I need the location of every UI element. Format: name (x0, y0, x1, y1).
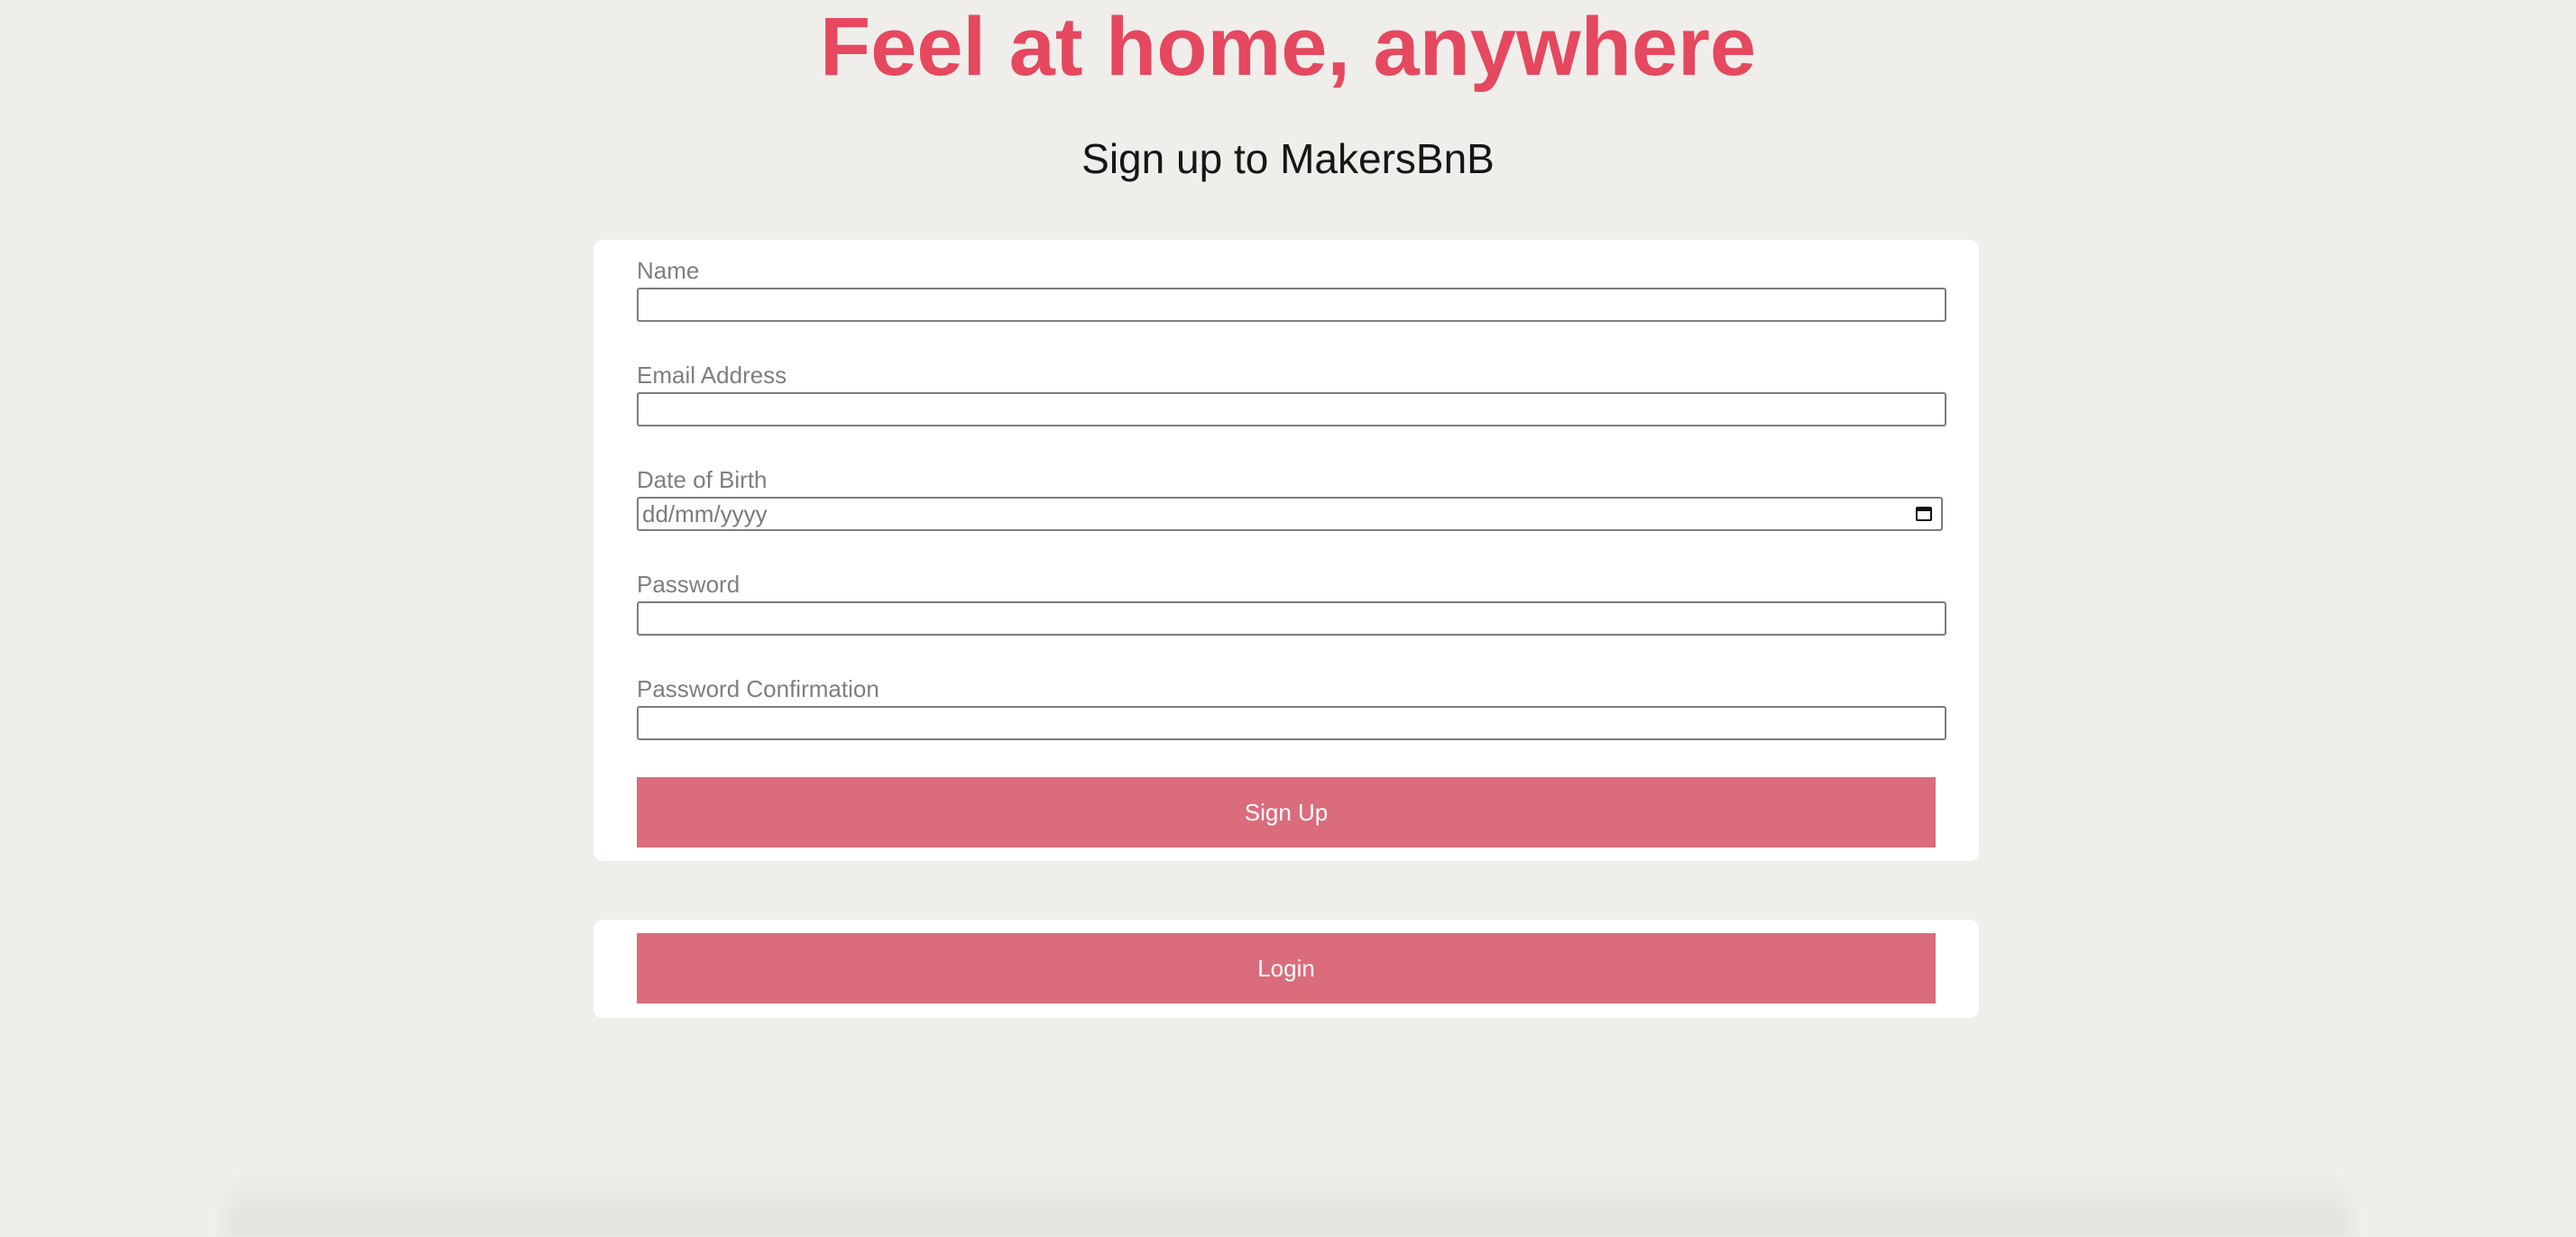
signup-subtitle: Sign up to MakersBnB (1081, 135, 1495, 182)
name-label: Name (637, 257, 700, 284)
password-confirmation-input[interactable] (637, 706, 1946, 740)
password-label: Password (637, 571, 741, 598)
password-input[interactable] (637, 601, 1946, 636)
page-title: Feel at home, anywhere (820, 1, 1756, 93)
dob-label: Date of Birth (637, 466, 768, 493)
email-input[interactable] (637, 392, 1946, 426)
login-card: Login (593, 920, 1979, 1018)
login-button[interactable]: Login (637, 933, 1936, 1003)
dob-placeholder: dd/mm/yyyy (642, 500, 768, 527)
calendar-icon[interactable] (1916, 507, 1932, 521)
email-label: Email Address (637, 362, 787, 389)
signup-button[interactable]: Sign Up (637, 777, 1936, 848)
password-confirmation-label: Password Confirmation (637, 675, 879, 702)
dob-input[interactable]: dd/mm/yyyy (637, 497, 1943, 531)
signup-card: Name Email Address Date of Birth dd/mm/y… (593, 240, 1979, 861)
name-input[interactable] (637, 288, 1946, 322)
bottom-shadow (225, 1170, 2351, 1237)
